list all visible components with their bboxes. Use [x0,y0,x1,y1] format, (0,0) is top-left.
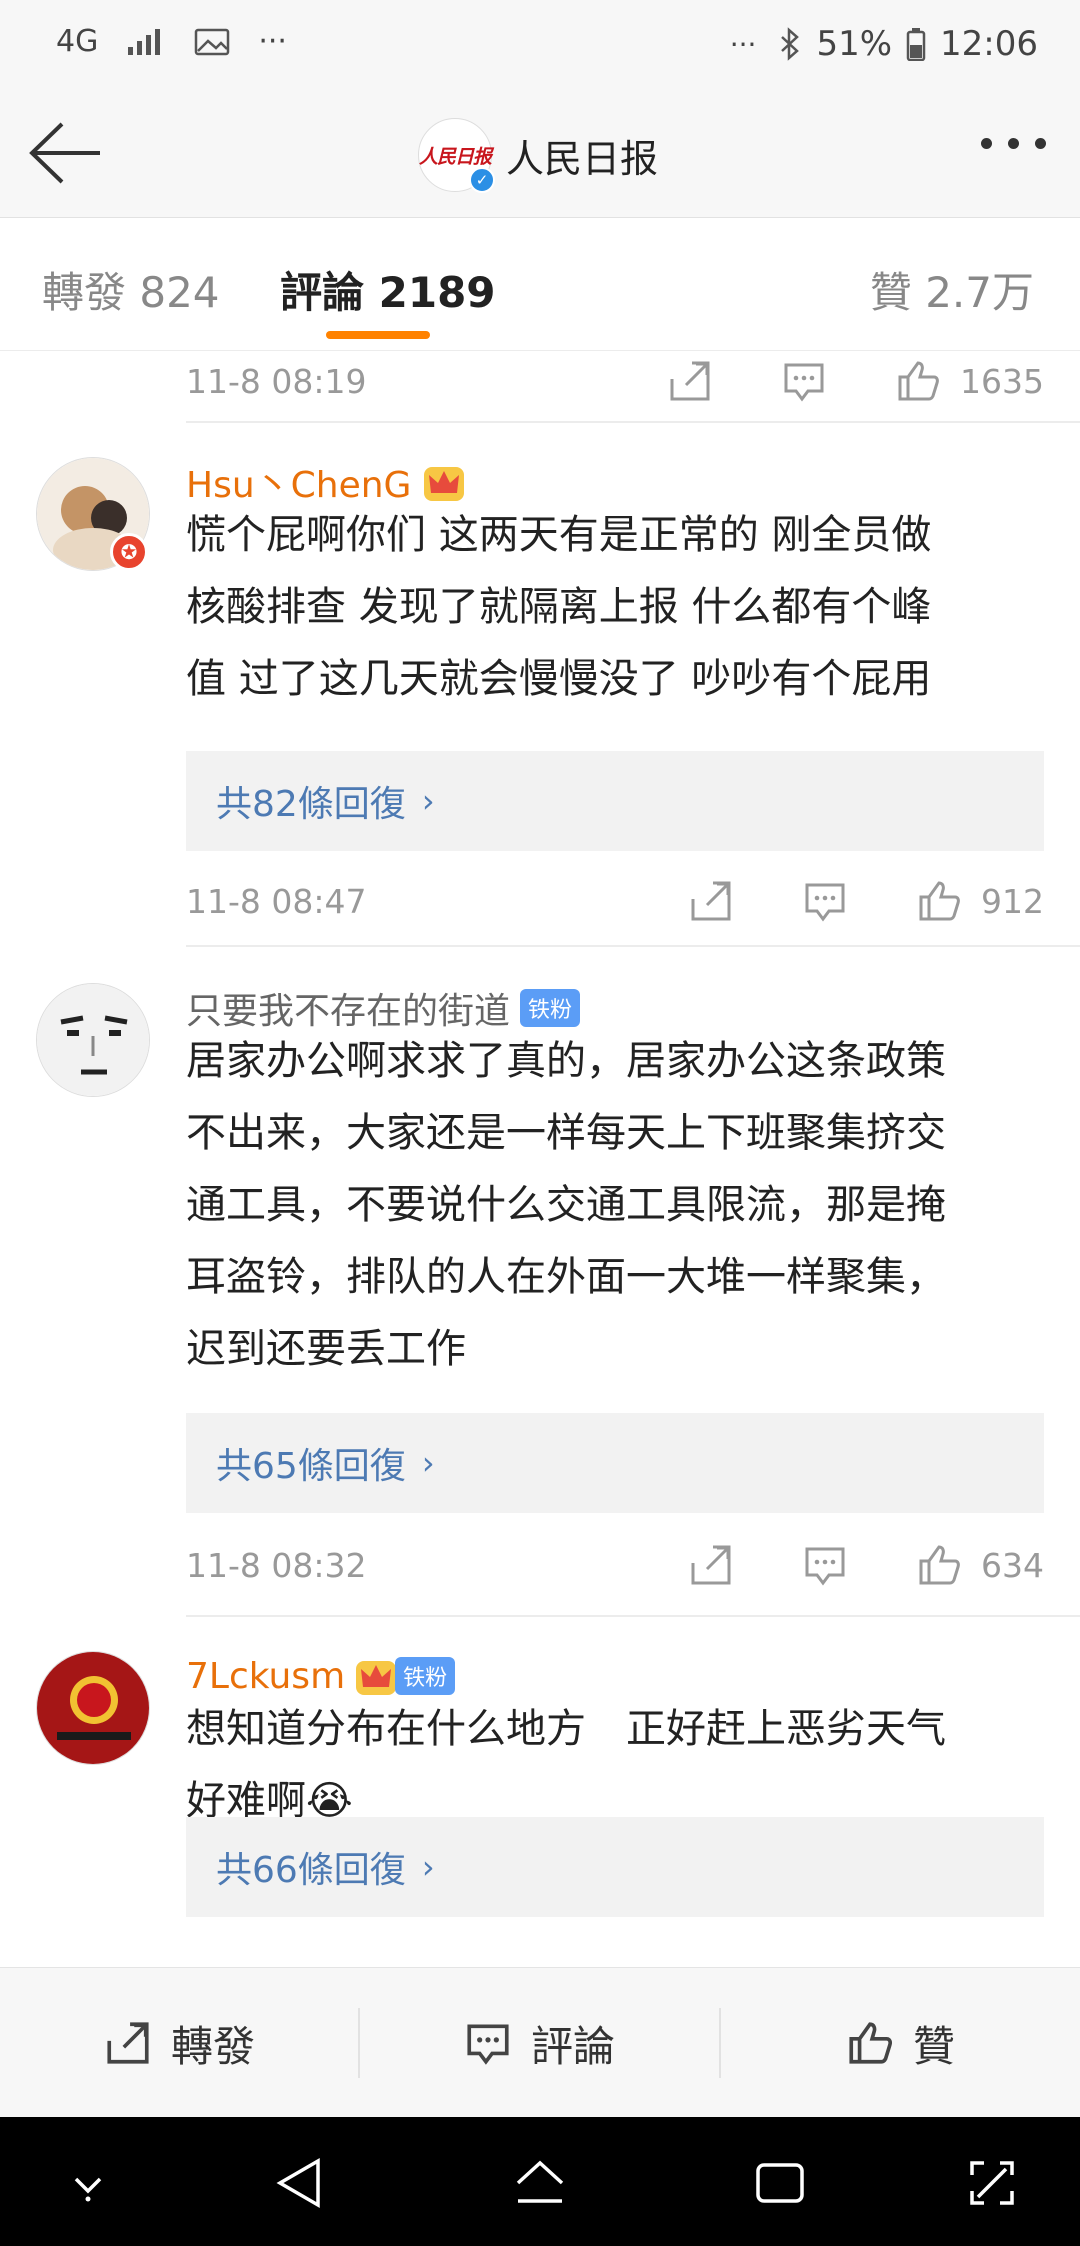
like-count: 634 [981,1545,1044,1585]
comment-feed[interactable]: 11-8 08:19 1635 ✪ Hsu丶ChenG 慌个屁啊你们 这两天有是… [0,351,1080,1967]
comment-text: 居家办公啊求求了真的，居家办公这条政策 不出来，大家还是一样每天上下班聚集挤交 … [186,1038,946,1372]
comment-text: 慌个屁啊你们 这两天有是正常的 刚全员做 核酸排查 发现了就隔离上报 什么都有个… [186,512,932,702]
bottom-action-bar: 轉發 評論 贊 [0,1967,1080,2117]
like-count: 1635 [960,361,1044,401]
expand-icon[interactable] [962,2153,1022,2213]
account-logo[interactable]: 人民日报 ✓ [418,118,495,193]
comment-icon[interactable] [801,877,849,925]
replies-link[interactable]: 共66條回復 › [186,1817,1044,1917]
avatar[interactable] [36,983,150,1097]
repost-button[interactable]: 轉發 [0,1968,358,2118]
like-button[interactable]: 贊 [720,1968,1080,2118]
share-icon[interactable] [687,877,735,925]
divider [186,421,1080,423]
comment-time: 11-8 08:19 [186,361,367,401]
fan-badge: 铁粉 [395,1657,456,1695]
comment-button[interactable]: 評論 [359,1968,719,2118]
crown-icon [356,1661,397,1695]
image-icon [195,28,230,55]
clock: 12:06 [940,24,1038,64]
active-tab-indicator [326,331,430,339]
verified-icon: ✓ [469,167,495,193]
fan-badge: 铁粉 [520,989,581,1027]
share-icon[interactable] [687,1541,735,1589]
tab-like[interactable]: 贊 2.7万 [870,259,1034,320]
more-dots-icon: ··· [258,24,287,59]
more-dots-icon: ··· [729,27,757,61]
system-nav-bar [0,2117,1080,2246]
battery-percent: 51% [816,24,893,64]
tab-comment[interactable]: 評論 2189 [280,259,496,320]
chevron-right-icon: › [421,782,435,820]
status-bar: 4G ··· ··· 51% 12:06 [0,0,1080,90]
like-icon[interactable] [915,1541,963,1589]
comment-meta-row: 11-8 08:47 912 [186,871,1044,931]
recents-nav-icon[interactable] [750,2153,810,2213]
like-icon[interactable] [915,877,963,925]
comment-icon [467,2024,509,2065]
comment-icon[interactable] [780,357,828,405]
comment-time: 11-8 08:32 [186,1545,367,1585]
crown-icon [424,467,465,501]
chevron-right-icon: › [421,1848,435,1886]
divider [186,1615,1080,1617]
account-name[interactable]: 人民日报 [506,128,658,183]
signal-icon [128,28,161,55]
battery-icon [906,28,926,61]
account-header[interactable]: 人民日报 ✓ 人民日报 [418,118,658,193]
bluetooth-icon [781,27,800,61]
share-icon[interactable] [666,357,714,405]
like-count: 912 [981,881,1044,921]
tab-bar: 轉發 824 評論 2189 贊 2.7万 [0,219,1080,351]
divider [186,945,1080,947]
home-nav-icon[interactable] [510,2153,570,2213]
comment-icon[interactable] [801,1541,849,1589]
like-icon[interactable] [894,357,942,405]
vip-badge-icon: ✪ [110,533,148,571]
avatar[interactable] [36,1651,150,1765]
like-icon [849,2022,892,2064]
comment-time: 11-8 08:47 [186,881,367,921]
comment-meta-row: 11-8 08:32 634 [186,1535,1044,1595]
hide-keyboard-icon[interactable] [58,2153,118,2213]
comment-text: 想知道分布在什么地方 正好赶上恶劣天气 好难啊😭 [186,1706,946,1824]
replies-link[interactable]: 共65條回復 › [186,1413,1044,1513]
more-options-icon[interactable] [981,138,1046,149]
tab-repost[interactable]: 轉發 824 [42,259,220,320]
back-nav-icon[interactable] [270,2153,330,2213]
share-icon [107,2022,149,2064]
back-arrow-icon[interactable] [28,120,104,186]
comment-username[interactable]: 7Lckusm [186,1656,345,1697]
title-bar: 人民日报 ✓ 人民日报 [0,90,1080,218]
comment-meta-row: 11-8 08:19 1635 [186,351,1044,411]
network-indicator: 4G [56,24,99,59]
chevron-right-icon: › [421,1444,435,1482]
replies-link[interactable]: 共82條回復 › [186,751,1044,851]
